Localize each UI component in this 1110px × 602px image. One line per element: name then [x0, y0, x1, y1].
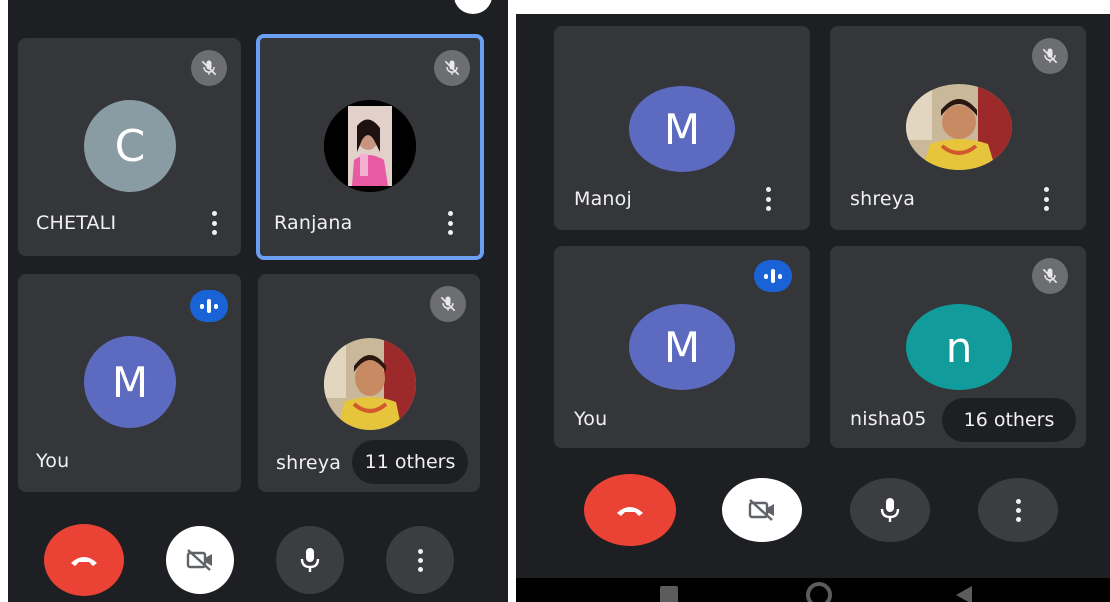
mic-icon: [880, 498, 900, 522]
participant-name: Ranjana: [274, 212, 353, 234]
more-vert-icon[interactable]: [1036, 184, 1056, 214]
speaking-indicator-icon: [754, 260, 792, 292]
avatar-photo: [324, 338, 416, 430]
end-call-button[interactable]: [44, 524, 124, 596]
participant-tile-shreya[interactable]: shreya 11 others: [258, 274, 480, 492]
avatar: C: [84, 100, 176, 192]
mic-off-icon: [434, 50, 470, 86]
participant-tile-manoj[interactable]: M Manoj: [554, 26, 810, 230]
participant-tile-you[interactable]: M You: [18, 274, 241, 492]
mic-button[interactable]: [850, 478, 930, 542]
participant-name: You: [574, 408, 608, 430]
participant-name: Manoj: [574, 188, 632, 210]
avatar: M: [629, 86, 735, 172]
participant-name: CHETALI: [36, 212, 117, 234]
phone-hangup-icon: [617, 507, 643, 516]
top-white-strip: [516, 0, 1110, 14]
participant-tile-shreya[interactable]: shreya: [830, 26, 1086, 230]
mic-button[interactable]: [276, 526, 344, 594]
camera-toggle-button[interactable]: [166, 526, 234, 594]
system-nav-bar: [516, 578, 1110, 602]
mic-off-icon: [1032, 38, 1068, 74]
participant-tile-chetali[interactable]: C CHETALI: [18, 38, 241, 256]
more-options-button[interactable]: [978, 478, 1058, 542]
home-icon[interactable]: [806, 582, 832, 602]
others-count-pill[interactable]: 16 others: [942, 398, 1076, 442]
more-vert-icon: [1015, 498, 1021, 522]
participant-name: shreya: [276, 452, 342, 474]
camera-toggle-button[interactable]: [722, 478, 802, 542]
back-icon[interactable]: [956, 586, 972, 602]
participant-tile-you[interactable]: M You: [554, 246, 810, 448]
mic-off-icon: [1032, 258, 1068, 294]
participant-name: nisha05: [850, 408, 927, 430]
avatar-photo: [324, 100, 416, 192]
avatar: M: [84, 336, 176, 428]
avatar: M: [629, 304, 735, 390]
more-options-button[interactable]: [386, 526, 454, 594]
top-partial-button[interactable]: [454, 0, 492, 14]
participant-name: shreya: [850, 188, 916, 210]
others-count-pill[interactable]: 11 others: [352, 440, 468, 484]
mic-icon: [300, 548, 320, 572]
phone-hangup-icon: [71, 557, 97, 566]
mic-off-icon: [191, 50, 227, 86]
meet-screen-right: M Manoj shreya M You n nisha05 16 others: [516, 0, 1110, 602]
end-call-button[interactable]: [584, 474, 676, 546]
avatar-photo: [906, 84, 1012, 170]
recents-icon[interactable]: [660, 586, 678, 602]
mic-off-icon: [430, 286, 466, 322]
speaking-indicator-icon: [190, 290, 228, 322]
avatar: n: [906, 304, 1012, 390]
participant-tile-nisha05[interactable]: n nisha05 16 others: [830, 246, 1086, 448]
camera-off-icon: [748, 499, 774, 521]
more-vert-icon: [417, 548, 423, 572]
more-vert-icon[interactable]: [204, 208, 224, 238]
more-vert-icon[interactable]: [758, 184, 778, 214]
participant-name: You: [36, 450, 70, 472]
meet-screen-left: C CHETALI Ranjana M You shreya 11 others: [8, 0, 508, 602]
camera-off-icon: [186, 549, 212, 571]
participant-tile-ranjana[interactable]: Ranjana: [256, 34, 484, 260]
more-vert-icon[interactable]: [440, 208, 460, 238]
